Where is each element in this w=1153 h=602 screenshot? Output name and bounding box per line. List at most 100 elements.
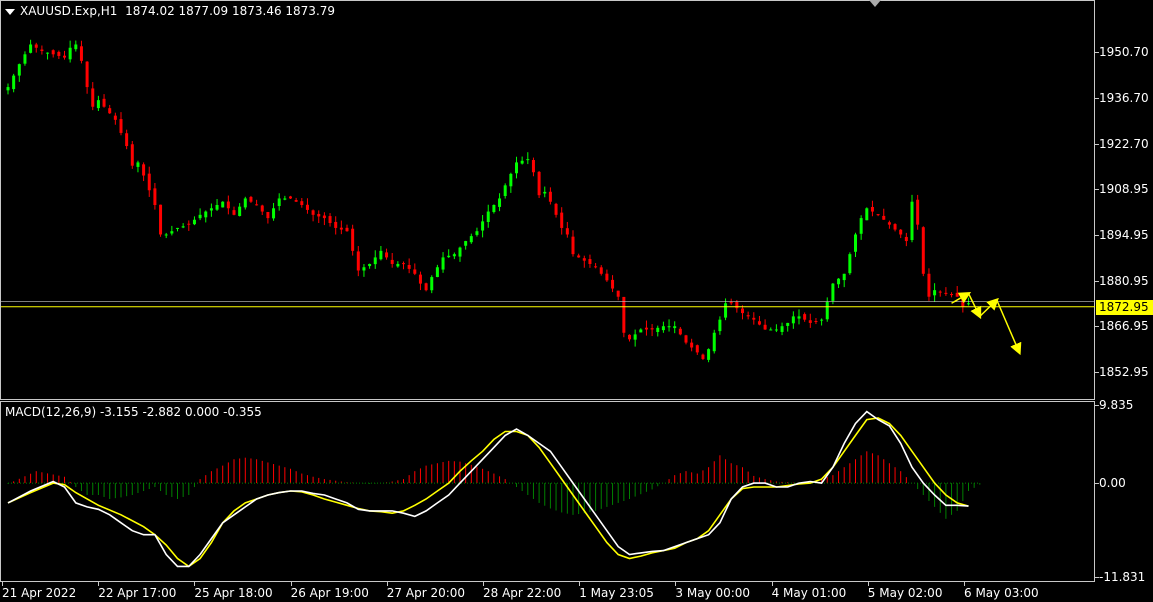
candle-body xyxy=(447,255,451,258)
time-axis-label: 27 Apr 20:00 xyxy=(386,586,466,600)
candle-body xyxy=(763,324,767,330)
time-axis-tick xyxy=(964,582,965,586)
candle-body xyxy=(927,273,931,297)
candle-body xyxy=(774,329,778,331)
candle-body xyxy=(752,317,756,320)
candle-body xyxy=(910,201,914,241)
candle-body xyxy=(746,315,750,317)
time-axis-label: 26 Apr 19:00 xyxy=(290,586,369,600)
candle-body xyxy=(944,292,948,294)
candle-body xyxy=(712,332,716,352)
candle-body xyxy=(887,222,891,225)
candle-body xyxy=(322,215,326,219)
candle-body xyxy=(283,198,287,200)
candle-body xyxy=(407,264,411,269)
time-axis-tick xyxy=(579,582,581,586)
candle-body xyxy=(599,267,603,274)
candle-body xyxy=(424,283,428,291)
time-axis-tick xyxy=(675,582,677,586)
candle-body xyxy=(808,320,812,323)
candle-body xyxy=(639,329,643,333)
candle-body xyxy=(492,205,496,213)
candle-body xyxy=(249,196,253,202)
candle-body xyxy=(289,196,292,199)
candle-body xyxy=(577,255,581,258)
time-axis-label: 1 May 23:05 xyxy=(579,586,654,600)
forecast-arrow xyxy=(979,297,999,317)
candle-body xyxy=(192,219,196,225)
candle-body xyxy=(379,250,383,260)
candle-body xyxy=(820,319,824,321)
symbol-header: XAUUSD.Exp,H1 1874.02 1877.09 1873.46 18… xyxy=(5,4,335,18)
candle-body xyxy=(667,326,671,328)
candle-body xyxy=(362,267,366,271)
candle-body xyxy=(520,160,524,164)
candle-body xyxy=(475,231,479,235)
chart-canvas xyxy=(1,39,1095,568)
collapse-triangle-icon[interactable] xyxy=(5,8,15,15)
candle-body xyxy=(153,188,157,205)
time-axis-label: 3 May 00:00 xyxy=(675,586,751,600)
candle-body xyxy=(684,335,688,343)
candle-body xyxy=(243,198,247,208)
candle-body xyxy=(430,277,434,291)
candle-body xyxy=(368,263,372,267)
price-axis-label: 1852.95 xyxy=(1099,365,1149,380)
price-axis-label: 1922.70 xyxy=(1099,136,1149,151)
candle-body xyxy=(780,326,784,332)
candle-body xyxy=(130,144,134,166)
candle-body xyxy=(6,87,10,91)
candle-body xyxy=(656,327,660,333)
time-axis-label: 22 Apr 17:00 xyxy=(98,586,177,600)
candle-body xyxy=(74,44,78,50)
candle-body xyxy=(543,191,547,194)
candle-body xyxy=(147,173,151,191)
candle-body xyxy=(837,278,841,285)
candle-body xyxy=(91,88,95,107)
candle-body xyxy=(96,100,100,109)
candle-body xyxy=(622,296,626,333)
candle-body xyxy=(136,162,140,167)
candle-body xyxy=(294,200,298,202)
candle-body xyxy=(661,326,665,331)
candle-body xyxy=(469,236,473,243)
candle-body xyxy=(678,328,682,335)
candle-body xyxy=(125,133,129,147)
candle-body xyxy=(515,162,518,174)
time-axis-tick xyxy=(771,582,773,586)
candle-body xyxy=(899,229,903,235)
candle-body xyxy=(187,223,191,225)
candle-body xyxy=(34,44,38,48)
price-axis-label: 1936.70 xyxy=(1099,90,1149,105)
candle-body xyxy=(85,61,89,88)
candle-body xyxy=(164,234,168,236)
candle-body xyxy=(385,252,389,258)
candle-body xyxy=(814,321,818,323)
candle-body xyxy=(481,221,485,231)
candle-body xyxy=(435,267,439,278)
time-axis-tick xyxy=(290,582,292,586)
candle-body xyxy=(277,198,281,207)
candle-body xyxy=(317,213,321,217)
candle-body xyxy=(63,55,66,58)
candle-body xyxy=(729,302,733,304)
price-axis-label: 1866.95 xyxy=(1099,319,1149,334)
candle-body xyxy=(611,279,615,289)
candle-body xyxy=(102,98,106,107)
time-axis-tick xyxy=(867,582,869,586)
candle-body xyxy=(413,269,417,274)
symbol-name: XAUUSD.Exp,H1 xyxy=(20,4,118,18)
candle-body xyxy=(741,308,744,314)
time-axis-tick xyxy=(2,582,3,586)
candle-body xyxy=(334,221,338,228)
candle-body xyxy=(209,208,213,211)
candle-body xyxy=(842,273,846,281)
candle-body xyxy=(509,173,513,187)
time-axis-label: 5 May 02:00 xyxy=(867,586,943,600)
candle-body xyxy=(950,294,954,296)
candle-body xyxy=(12,75,16,90)
time-axis-label: 21 Apr 2022 xyxy=(2,586,77,600)
candle-body xyxy=(272,208,276,219)
candle-body xyxy=(390,259,394,264)
macd-axis-label: -11.831 xyxy=(1099,570,1146,584)
